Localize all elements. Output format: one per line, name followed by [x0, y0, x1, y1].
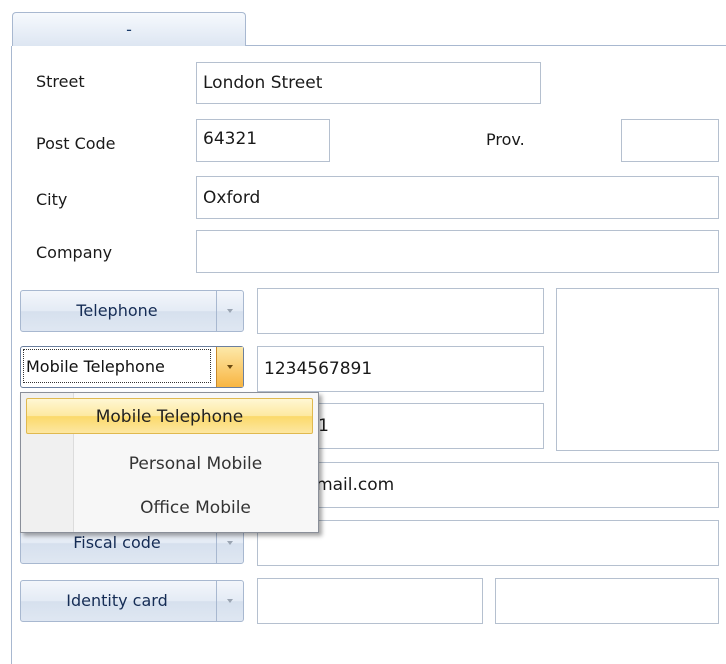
- mobile-combo-label: Mobile Telephone: [23, 349, 211, 383]
- dropdown-item-personal-mobile[interactable]: Personal Mobile: [73, 446, 318, 482]
- chevron-down-icon: [227, 599, 233, 603]
- mobile-dropdown-menu: Mobile Telephone Personal Mobile Office …: [20, 392, 319, 533]
- notes-box[interactable]: [556, 288, 719, 451]
- tab-divider: [246, 45, 726, 46]
- postcode-field[interactable]: 64321: [196, 119, 330, 162]
- company-label: Company: [36, 243, 113, 262]
- identity-field-1[interactable]: [257, 578, 483, 624]
- panel-border: [11, 46, 12, 664]
- tab-header[interactable]: -: [12, 12, 246, 46]
- city-label: City: [36, 190, 68, 209]
- telephone-dropdown-button[interactable]: [216, 291, 243, 331]
- telephone-field[interactable]: [257, 288, 544, 334]
- postcode-label: Post Code: [36, 134, 116, 153]
- mobile-combo[interactable]: Mobile Telephone: [20, 346, 244, 388]
- city-field[interactable]: Oxford: [196, 176, 719, 219]
- fiscal-field[interactable]: [257, 520, 719, 566]
- chevron-down-icon: [227, 309, 233, 313]
- identity-combo[interactable]: Identity card: [20, 580, 244, 622]
- prov-label: Prov.: [486, 130, 525, 149]
- identity-dropdown-button[interactable]: [216, 581, 243, 621]
- street-field[interactable]: London Street: [196, 62, 541, 104]
- dropdown-item-mobile-telephone[interactable]: Mobile Telephone: [26, 398, 313, 434]
- telephone-combo[interactable]: Telephone: [20, 290, 244, 332]
- company-field[interactable]: [196, 230, 719, 273]
- identity-combo-label: Identity card: [66, 591, 168, 610]
- street-label: Street: [36, 72, 85, 91]
- chevron-down-icon: [227, 541, 233, 545]
- email-field[interactable]: own@mail.com: [257, 462, 719, 508]
- dropdown-item-office-mobile[interactable]: Office Mobile: [73, 490, 318, 526]
- mobile-field[interactable]: 1234567891: [257, 346, 544, 392]
- mobile-dropdown-button[interactable]: [216, 347, 243, 387]
- identity-field-2[interactable]: [495, 578, 719, 624]
- prov-field[interactable]: [621, 119, 719, 162]
- telephone-combo-label: Telephone: [76, 301, 158, 320]
- chevron-down-icon: [227, 365, 233, 369]
